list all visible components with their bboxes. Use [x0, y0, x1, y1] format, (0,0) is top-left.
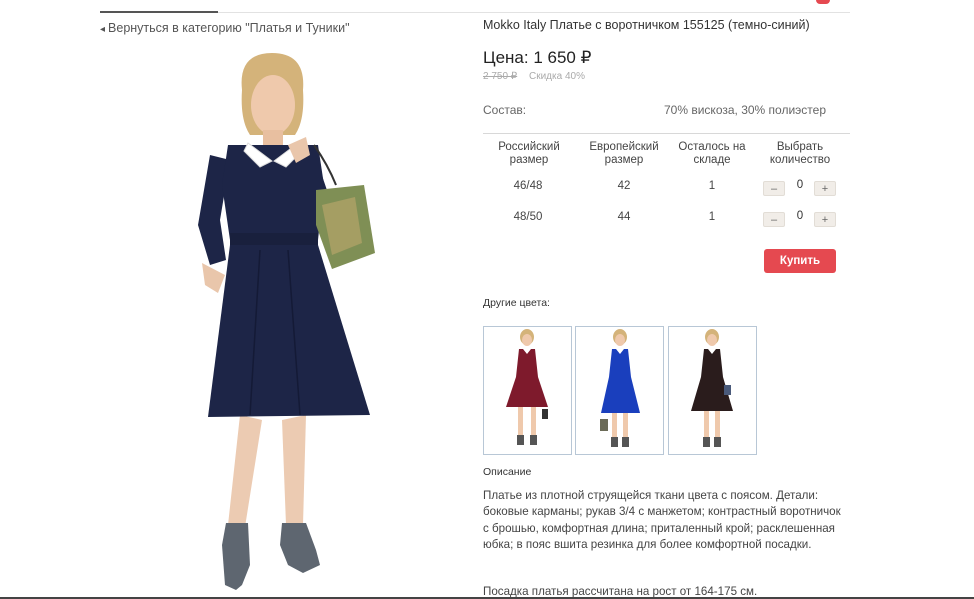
header-quantity: Выбрать количество	[769, 141, 831, 166]
photo-neck	[263, 130, 283, 145]
header-ru-size: Российский размер	[498, 141, 560, 166]
row1-quantity-stepper: – 0 +	[763, 179, 837, 197]
price-label: Цена:	[483, 48, 529, 67]
row2-ru-size: 48/50	[513, 211, 543, 223]
description-text: Платье из плотной струящейся ткани цвета…	[483, 489, 841, 551]
discount-badge: Скидка 40%	[529, 71, 585, 82]
price: Цена: 1 650 ₽	[483, 48, 591, 68]
photo-bodice	[222, 145, 324, 240]
swatch-black-image	[691, 329, 733, 447]
header-stock: Осталось на складе	[678, 141, 746, 166]
row1-stock: 1	[708, 180, 716, 192]
composition-label: Состав:	[483, 103, 527, 117]
photo-hand-left	[202, 263, 225, 293]
composition-value: 70% вискоза, 30% полиэстер	[664, 103, 826, 117]
color-swatch-black[interactable]	[668, 326, 757, 455]
row2-quantity-stepper: – 0 +	[763, 210, 837, 228]
color-swatch-burgundy[interactable]	[483, 326, 572, 455]
row1-plus-button[interactable]: +	[814, 181, 836, 196]
photo-waistband	[230, 233, 318, 247]
product-photo[interactable]	[110, 45, 465, 595]
price-value: 1 650 ₽	[533, 48, 592, 67]
photo-leg-right	[282, 415, 306, 525]
row1-ru-size: 46/48	[513, 180, 543, 192]
header-eu-size: Европейский размер	[589, 141, 659, 166]
photo-boot-right	[280, 523, 320, 573]
row1-eu-size: 42	[617, 180, 631, 192]
row2-minus-button[interactable]: –	[763, 212, 785, 227]
header-accent	[816, 0, 830, 4]
row1-minus-button[interactable]: –	[763, 181, 785, 196]
row2-plus-button[interactable]: +	[814, 212, 836, 227]
row1-quantity-value[interactable]: 0	[793, 179, 807, 191]
row2-stock: 1	[708, 211, 716, 223]
swatch-blue-image	[600, 329, 640, 447]
old-price: 2 750 ₽	[483, 71, 518, 82]
composition-divider	[483, 133, 850, 134]
description-title: Описание	[483, 466, 532, 478]
back-to-category-link[interactable]: ◂ Вернуться в категорию "Платья и Туники"	[100, 21, 350, 35]
other-colors-label: Другие цвета:	[483, 297, 550, 309]
row2-quantity-value[interactable]: 0	[793, 210, 807, 222]
photo-leg-left	[228, 415, 262, 527]
arrow-left-icon: ◂	[100, 24, 106, 35]
row2-eu-size: 44	[617, 211, 631, 223]
color-swatch-royal-blue[interactable]	[575, 326, 664, 455]
photo-boot-left	[222, 523, 250, 590]
product-title: Mokko Italy Платье с воротничком 155125 …	[483, 18, 810, 32]
top-divider-accent	[100, 11, 218, 13]
swatch-burgundy-image	[506, 329, 548, 445]
photo-face	[251, 75, 295, 135]
buy-button[interactable]: Купить	[764, 249, 836, 273]
